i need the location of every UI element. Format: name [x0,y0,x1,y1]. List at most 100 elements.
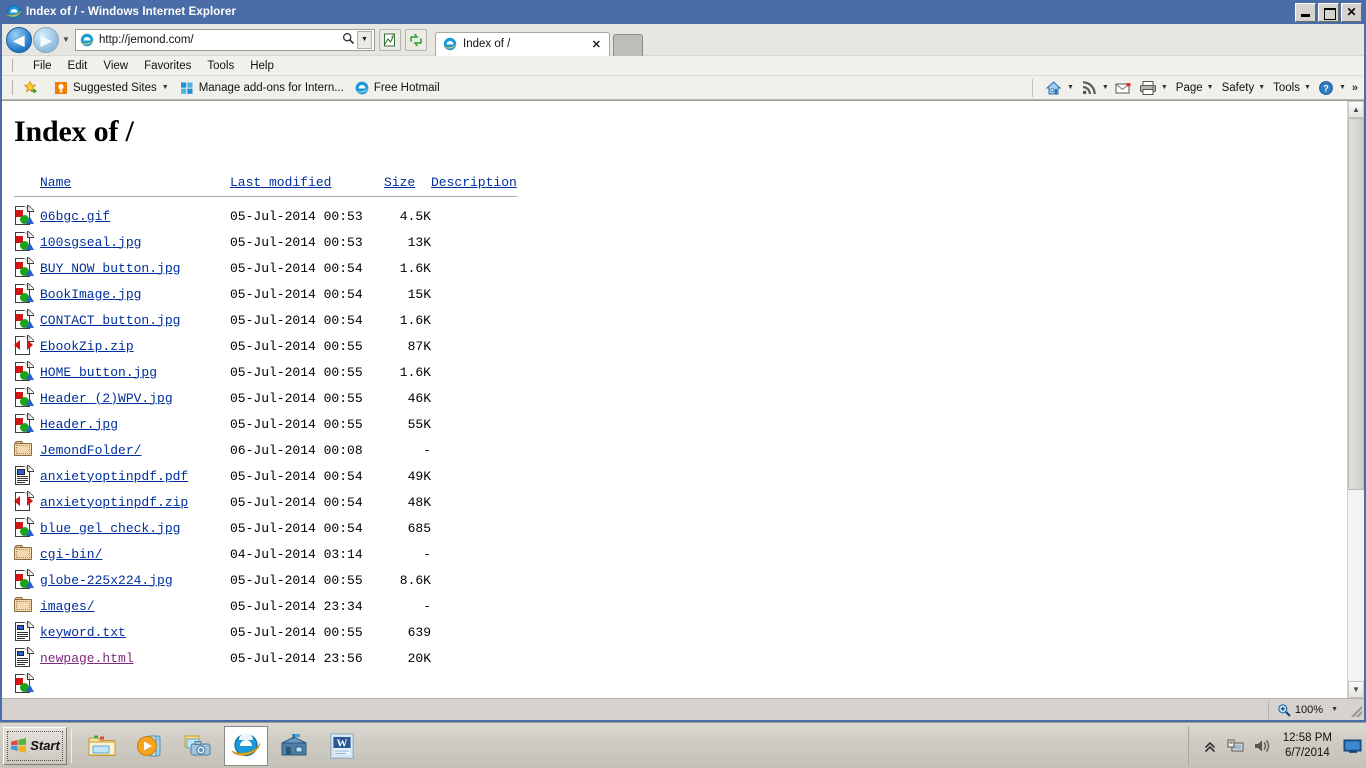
refresh-button[interactable] [405,28,427,51]
tab-index-of[interactable]: Index of / ✕ [435,31,610,56]
file-link[interactable]: keyword.txt [40,625,126,640]
home-button[interactable]: ▼ [1045,79,1074,97]
file-link[interactable]: anxietyoptinpdf.pdf [40,469,188,484]
taskbar-item-media-player[interactable] [128,726,172,766]
status-bar: 100% ▼ [2,698,1364,720]
file-link[interactable]: 100sgseal.jpg [40,235,141,250]
resize-grip[interactable] [1348,702,1362,717]
taskbar-item-word[interactable]: W [320,726,364,766]
svg-text:W: W [337,737,348,749]
row-description [431,463,517,489]
file-link[interactable]: Header.jpg [40,417,118,432]
row-name-cell: CONTACT button.jpg [40,307,230,333]
chevron-down-icon[interactable]: ▼ [1102,84,1109,91]
new-tab-button[interactable] [613,33,643,56]
file-link[interactable]: cgi-bin/ [40,547,102,562]
back-button[interactable]: ◀ [6,26,32,53]
image-file-icon [14,387,34,409]
scroll-up-button[interactable]: ▲ [1348,101,1364,118]
chevron-down-icon[interactable]: ▼ [1207,84,1214,91]
compatibility-view-button[interactable] [379,28,401,51]
file-link[interactable]: newpage.html [40,651,134,666]
file-link[interactable]: anxietyoptinpdf.zip [40,495,188,510]
file-link[interactable]: Header (2)WPV.jpg [40,391,173,406]
feeds-button[interactable]: ▼ [1080,79,1109,97]
help-menu-button[interactable]: ? ▼ [1317,79,1346,97]
favorites-item-suggested-sites[interactable]: Suggested Sites ▼ [53,80,169,96]
safety-menu-button[interactable]: Safety ▼ [1220,82,1266,94]
chevron-down-icon[interactable]: ▼ [1331,706,1338,713]
print-button[interactable]: ▼ [1139,79,1168,97]
table-row: 100sgseal.jpg 05-Jul-2014 00:53 13K [14,229,517,255]
file-link[interactable]: HOME button.jpg [40,365,157,380]
vertical-scrollbar[interactable]: ▲ ▼ [1347,101,1364,698]
file-link[interactable]: 06bgc.gif [40,209,110,224]
file-link[interactable]: EbookZip.zip [40,339,134,354]
row-icon-cell [14,645,40,671]
menu-item-favorites[interactable]: Favorites [136,59,199,73]
command-bar-overflow-icon[interactable]: » [1352,82,1358,94]
history-dropdown-caret[interactable]: ▼ [60,35,72,44]
network-icon[interactable] [1225,735,1247,757]
favorites-item-manage-addons[interactable]: Manage add-ons for Intern... [179,80,344,96]
start-button[interactable]: Start [3,726,67,765]
search-icon[interactable] [340,32,356,48]
row-last-modified: 05-Jul-2014 00:54 [230,520,363,536]
sort-by-date-link[interactable]: Last modified [230,175,331,190]
file-link[interactable]: BUY NOW button.jpg [40,261,180,276]
favorites-bar: Suggested Sites ▼ Manage add-ons for Int… [2,76,1364,100]
chevron-down-icon[interactable]: ▼ [1339,84,1346,91]
forward-button[interactable]: ▶ [33,26,59,53]
scroll-down-button[interactable]: ▼ [1348,681,1364,698]
chevron-down-icon[interactable]: ▼ [1304,84,1311,91]
taskbar-item-internet-explorer[interactable] [224,725,268,766]
header-size: Size [384,175,431,194]
address-dropdown-button[interactable]: ▼ [357,30,372,49]
chevron-down-icon[interactable]: ▼ [1258,84,1265,91]
favorites-grip[interactable] [12,80,17,95]
tab-close-icon[interactable]: ✕ [588,38,605,51]
address-input[interactable]: http://jemond.com/ [99,34,340,46]
scrollbar-track[interactable] [1348,118,1364,681]
page-menu-button[interactable]: Page ▼ [1174,82,1214,94]
file-link[interactable]: JemondFolder/ [40,443,141,458]
minimize-button[interactable] [1295,2,1316,22]
clock[interactable]: 12:58 PM 6/7/2014 [1283,731,1332,760]
menu-item-help[interactable]: Help [242,59,282,73]
zoom-control[interactable]: 100% ▼ [1267,700,1344,719]
menu-item-edit[interactable]: Edit [60,59,96,73]
sort-by-size-link[interactable]: Size [384,175,415,190]
menu-item-view[interactable]: View [95,59,136,73]
read-mail-button[interactable] [1115,79,1133,97]
row-size: - [423,546,431,562]
chevron-down-icon[interactable]: ▼ [1161,84,1168,91]
chevron-down-icon[interactable]: ▼ [162,84,169,91]
scrollbar-thumb[interactable] [1348,118,1364,490]
sort-by-description-link[interactable]: Description [431,175,517,190]
file-link[interactable]: images/ [40,599,95,614]
menu-item-tools[interactable]: Tools [199,59,242,73]
favorites-star-icon [23,80,39,96]
tools-menu-button[interactable]: Tools ▼ [1271,82,1311,94]
favorites-item-free-hotmail[interactable]: Free Hotmail [354,80,440,96]
file-link[interactable]: BookImage.jpg [40,287,141,302]
taskbar-item-windows-explorer[interactable] [80,726,124,766]
volume-icon[interactable] [1251,735,1273,757]
file-link[interactable]: blue gel check.jpg [40,521,180,536]
taskbar-item-photo-gallery[interactable] [176,726,220,766]
file-link[interactable]: CONTACT button.jpg [40,313,180,328]
close-button[interactable]: ✕ [1341,2,1362,22]
file-link[interactable]: globe-225x224.jpg [40,573,173,588]
sort-by-name-link[interactable]: Name [40,175,71,190]
menu-item-file[interactable]: File [25,59,60,73]
row-size: 13K [407,234,431,250]
address-bar[interactable]: http://jemond.com/ ▼ [75,28,375,51]
chevron-down-icon[interactable]: ▼ [1067,84,1074,91]
taskbar-item-network-share[interactable] [272,726,316,766]
show-desktop-button[interactable] [1342,731,1364,761]
menu-grip[interactable] [12,59,17,72]
row-last-modified: 04-Jul-2014 03:14 [230,546,363,562]
add-to-favorites-button[interactable] [23,80,43,96]
maximize-button[interactable] [1318,2,1339,22]
show-hidden-icons-button[interactable] [1199,735,1221,757]
